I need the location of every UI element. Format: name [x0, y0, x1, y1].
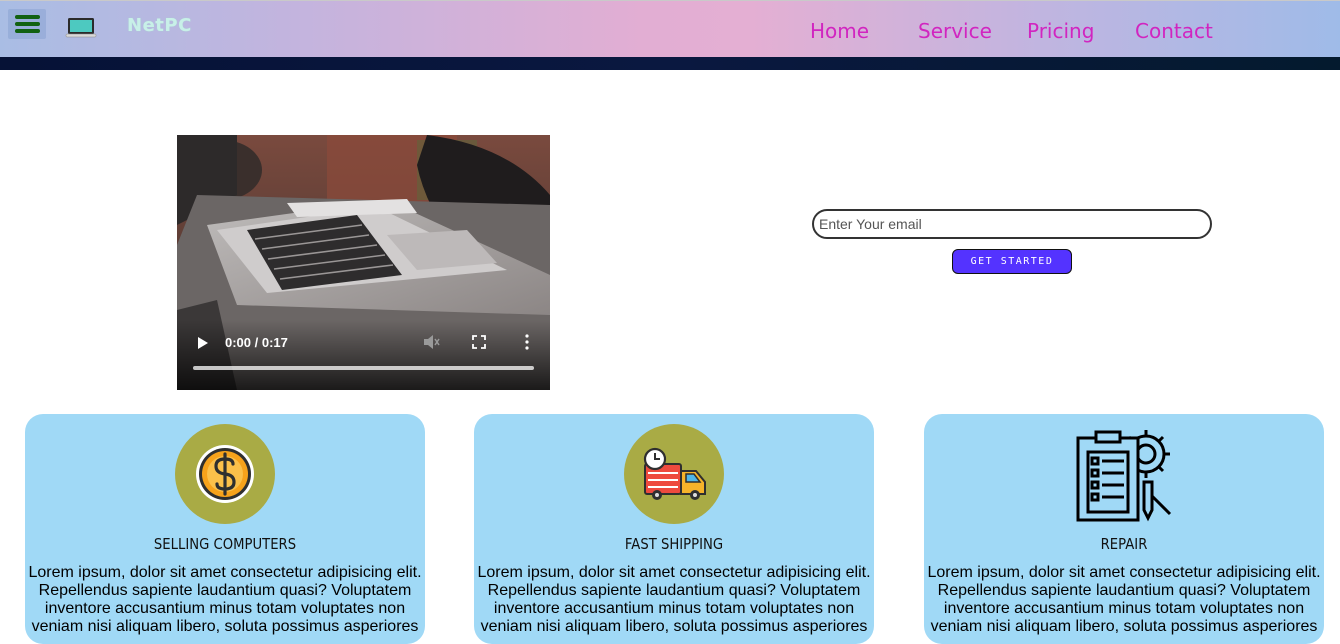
video-controls-overlay — [177, 320, 550, 390]
more-options-icon[interactable] — [524, 334, 530, 350]
nav-link-contact[interactable]: Contact — [1135, 19, 1213, 43]
feature-card-shipping: FAST SHIPPING Lorem ipsum, dolor sit ame… — [474, 414, 874, 644]
card-description: Lorem ipsum, dolor sit amet consectetur … — [927, 564, 1321, 635]
card-description: Lorem ipsum, dolor sit amet consectetur … — [28, 564, 422, 635]
get-started-button[interactable]: GET STARTED — [952, 249, 1072, 274]
video-time-display: 0:00 / 0:17 — [225, 335, 288, 350]
card-icon-container — [175, 424, 275, 524]
card-title: FAST SHIPPING — [624, 535, 724, 553]
feature-card-selling: SELLING COMPUTERS Lorem ipsum, dolor sit… — [25, 414, 425, 644]
nav-link-home[interactable]: Home — [810, 19, 869, 43]
card-description: Lorem ipsum, dolor sit amet consectetur … — [477, 564, 871, 635]
nav-link-service[interactable]: Service — [918, 19, 992, 43]
video-progress-bar[interactable] — [193, 366, 534, 370]
hamburger-menu-icon[interactable] — [8, 9, 46, 39]
feature-card-repair: REPAIR Lorem ipsum, dolor sit amet conse… — [924, 414, 1324, 644]
laptop-logo-icon — [65, 18, 97, 38]
repair-checklist-gear-icon — [1076, 430, 1172, 522]
brand-name[interactable]: NetPC — [127, 15, 192, 36]
email-input[interactable] — [812, 209, 1212, 239]
fullscreen-icon[interactable] — [472, 335, 486, 349]
volume-muted-icon[interactable] — [422, 334, 440, 350]
delivery-truck-icon — [643, 447, 706, 500]
card-title: SELLING COMPUTERS — [153, 535, 297, 553]
card-title: REPAIR — [1100, 535, 1148, 553]
header-divider-strip — [0, 57, 1340, 70]
video-player[interactable]: 0:00 / 0:17 — [177, 135, 550, 390]
dollar-coin-icon — [196, 445, 254, 503]
nav-link-pricing[interactable]: Pricing — [1027, 19, 1094, 43]
card-icon-container — [1074, 424, 1174, 524]
navbar: NetPC Home Service Pricing Contact — [0, 0, 1340, 57]
card-icon-container — [624, 424, 724, 524]
play-icon[interactable] — [196, 336, 210, 350]
